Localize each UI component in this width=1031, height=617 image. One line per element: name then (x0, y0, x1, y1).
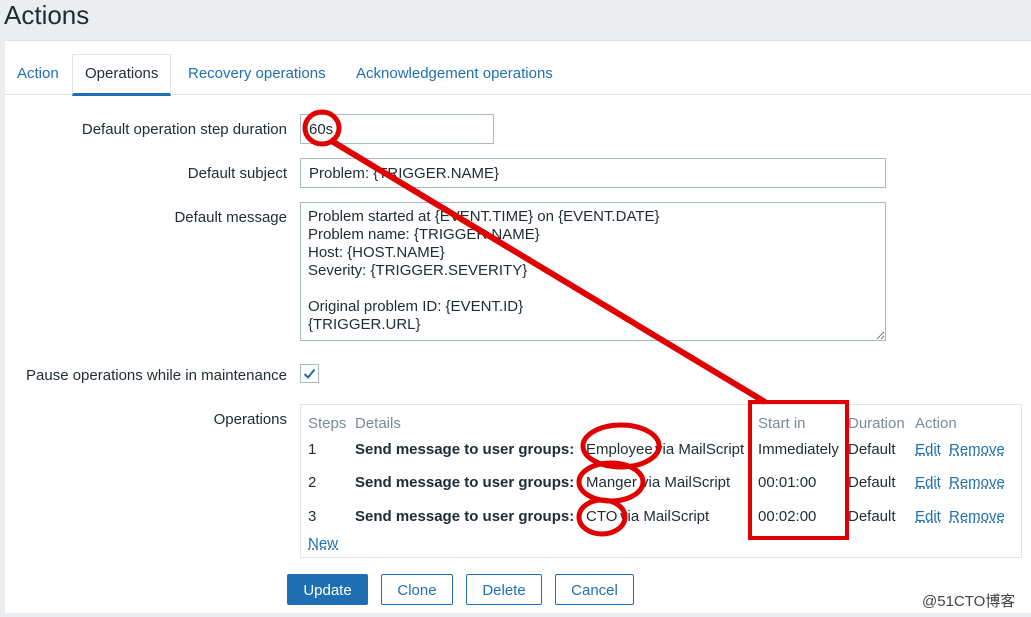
annotation-overlay (302, 109, 849, 540)
annotation-circle-employee (580, 422, 662, 470)
annotation-box-start-in (748, 400, 849, 540)
annotation-arrow-line (328, 137, 767, 405)
watermark: @51CTO博客 (922, 593, 1016, 610)
annotation-circle-cto (576, 497, 628, 537)
